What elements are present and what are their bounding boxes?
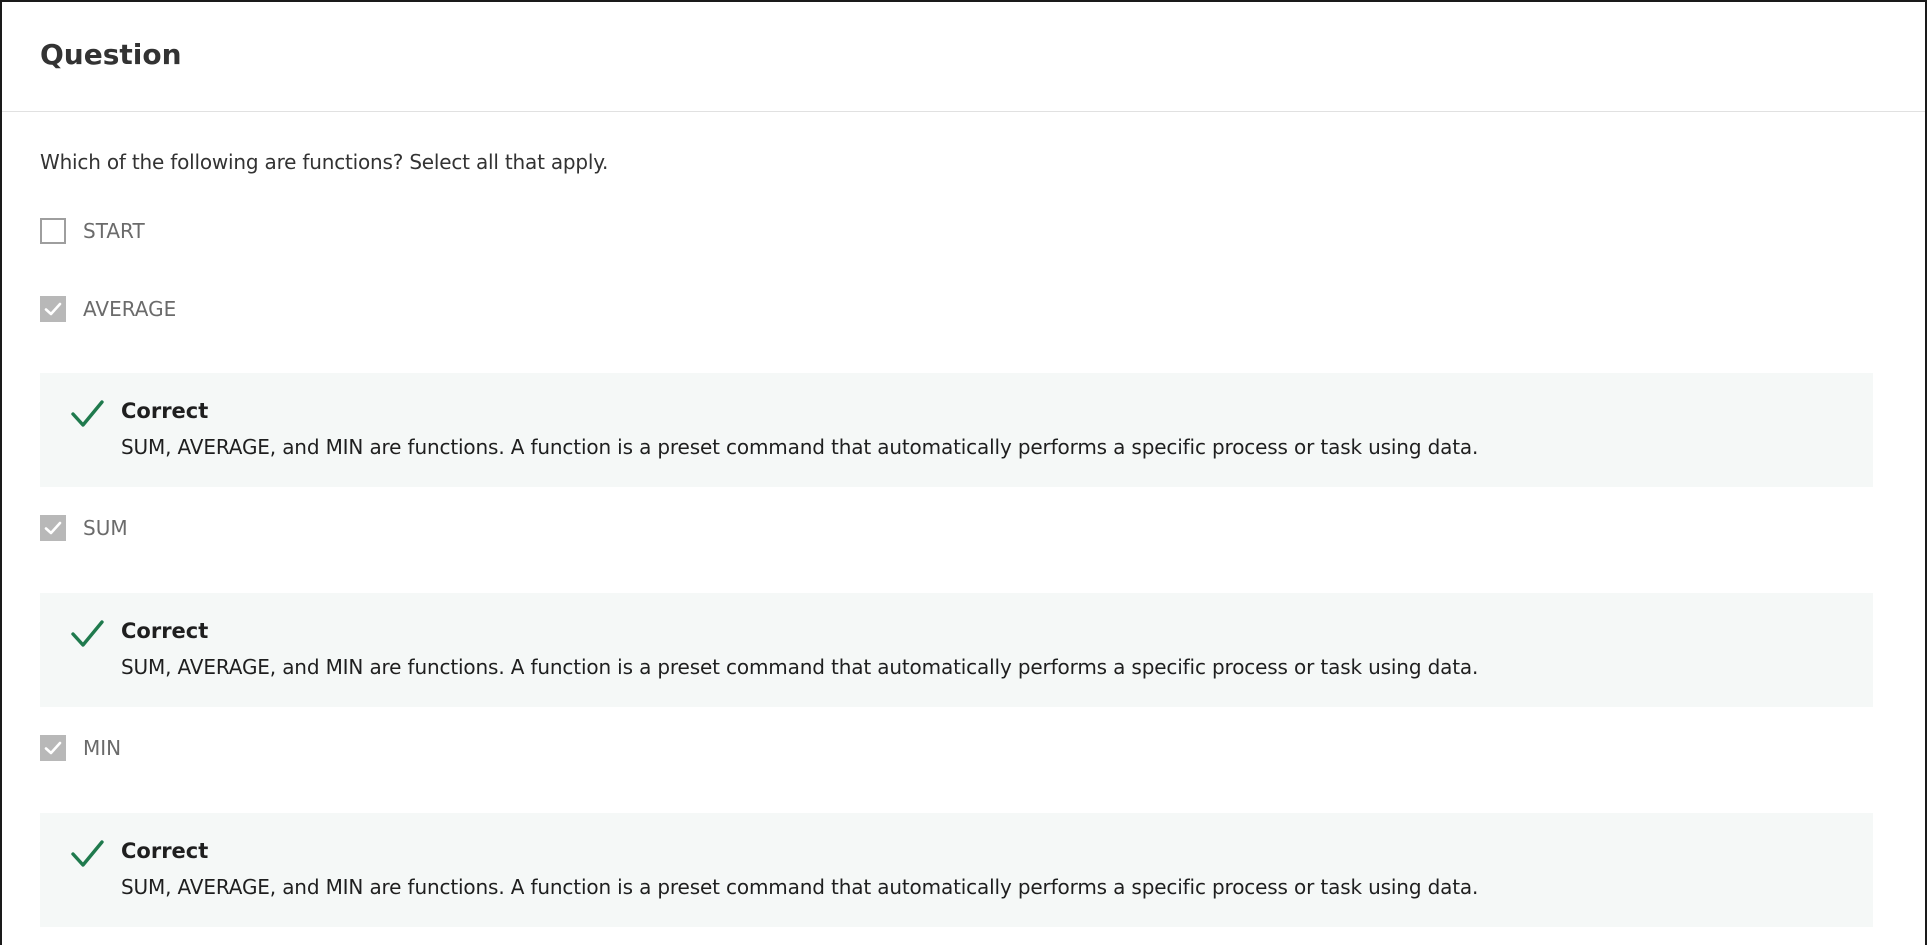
option-average[interactable]: AVERAGE (40, 295, 1871, 323)
option-checkbox-sum[interactable] (40, 515, 66, 541)
correct-checkmark-icon (71, 840, 104, 867)
correct-checkmark-icon (71, 620, 104, 647)
feedback-text: SUM, AVERAGE, and MIN are functions. A f… (121, 655, 1479, 679)
check-icon (44, 302, 62, 316)
quiz-frame: Question Which of the following are func… (0, 0, 1927, 945)
option-start[interactable]: START (40, 217, 1871, 245)
option-sum[interactable]: SUM (40, 514, 1871, 542)
option-checkbox-average[interactable] (40, 296, 66, 322)
option-label: START (83, 219, 145, 243)
option-checkbox-start[interactable] (40, 218, 66, 244)
question-prompt: Which of the following are functions? Se… (40, 150, 609, 174)
feedback-title: Correct (121, 399, 209, 423)
correct-checkmark-icon (71, 400, 104, 427)
option-checkbox-min[interactable] (40, 735, 66, 761)
question-header: Question (2, 2, 1925, 112)
feedback-panel-sum: Correct SUM, AVERAGE, and MIN are functi… (40, 593, 1873, 707)
page-title: Question (40, 38, 182, 71)
check-icon (44, 521, 62, 535)
option-label: SUM (83, 516, 128, 540)
feedback-text: SUM, AVERAGE, and MIN are functions. A f… (121, 875, 1479, 899)
check-icon (44, 741, 62, 755)
feedback-panel-average: Correct SUM, AVERAGE, and MIN are functi… (40, 373, 1873, 487)
option-min[interactable]: MIN (40, 734, 1871, 762)
feedback-text: SUM, AVERAGE, and MIN are functions. A f… (121, 435, 1479, 459)
feedback-panel-min: Correct SUM, AVERAGE, and MIN are functi… (40, 813, 1873, 927)
feedback-title: Correct (121, 839, 209, 863)
feedback-title: Correct (121, 619, 209, 643)
option-label: AVERAGE (83, 297, 177, 321)
question-body: Which of the following are functions? Se… (2, 150, 1925, 927)
option-label: MIN (83, 736, 122, 760)
